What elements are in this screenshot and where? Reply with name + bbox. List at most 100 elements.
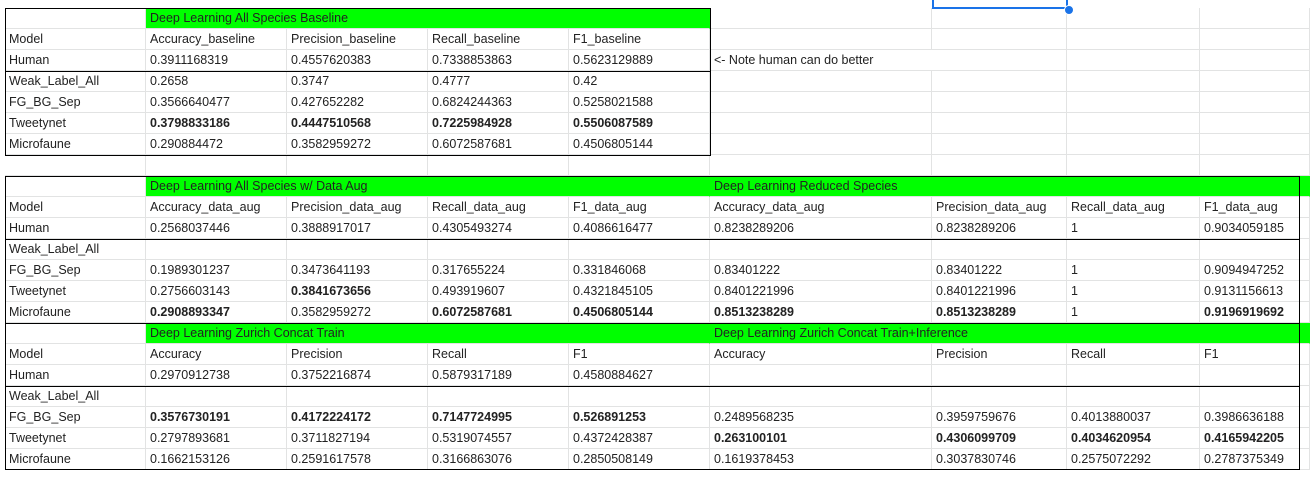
data-cell[interactable]: 0.5623129889 — [569, 50, 710, 71]
empty-cell[interactable] — [932, 71, 1067, 92]
column-header[interactable]: Recall_data_aug — [428, 197, 569, 218]
column-header[interactable]: Accuracy — [710, 344, 932, 365]
column-header[interactable]: F1_baseline — [569, 29, 710, 50]
data-cell[interactable] — [1067, 365, 1200, 386]
column-header[interactable]: F1_data_aug — [1200, 197, 1310, 218]
data-cell[interactable]: 0.6072587681 — [428, 134, 569, 155]
data-cell[interactable]: 0.4172224172 — [287, 407, 428, 428]
column-header[interactable]: Recall_data_aug — [1067, 197, 1200, 218]
data-cell[interactable]: 0.3798833186 — [146, 113, 287, 134]
data-cell[interactable]: 0.2568037446 — [146, 218, 287, 239]
column-header[interactable]: Model — [5, 344, 146, 365]
empty-cell[interactable] — [1067, 29, 1200, 50]
row-label[interactable]: Human — [5, 218, 146, 239]
empty-cell[interactable] — [710, 155, 932, 176]
empty-cell[interactable] — [932, 155, 1067, 176]
data-cell[interactable]: 0.3911168319 — [146, 50, 287, 71]
data-cell[interactable]: 0.4506805144 — [569, 302, 710, 323]
empty-cell[interactable] — [932, 113, 1067, 134]
row-label[interactable]: Human — [5, 50, 146, 71]
data-cell[interactable]: 0.2756603143 — [146, 281, 287, 302]
data-cell[interactable] — [932, 365, 1067, 386]
row-label[interactable]: Microfaune — [5, 134, 146, 155]
table-title[interactable]: Deep Learning Zurich Concat Train+Infere… — [710, 323, 1310, 344]
data-cell[interactable]: 0.2591617578 — [287, 449, 428, 470]
empty-cell[interactable] — [1067, 155, 1200, 176]
data-cell[interactable]: 0.2908893347 — [146, 302, 287, 323]
data-cell[interactable]: 1 — [1067, 218, 1200, 239]
empty-cell[interactable] — [287, 155, 428, 176]
column-header[interactable]: Precision_data_aug — [932, 197, 1067, 218]
empty-cell[interactable] — [710, 92, 932, 113]
data-cell[interactable]: 0.3576730191 — [146, 407, 287, 428]
column-header[interactable]: Accuracy_data_aug — [710, 197, 932, 218]
data-cell[interactable]: 0.2797893681 — [146, 428, 287, 449]
data-cell[interactable]: 0.8513238289 — [932, 302, 1067, 323]
data-cell[interactable] — [1067, 386, 1200, 407]
data-cell[interactable]: 0.3841673656 — [287, 281, 428, 302]
data-cell[interactable] — [710, 239, 932, 260]
data-cell[interactable] — [710, 365, 932, 386]
empty-cell[interactable] — [1067, 92, 1200, 113]
data-cell[interactable]: 0.8238289206 — [710, 218, 932, 239]
column-header[interactable]: Model — [5, 197, 146, 218]
data-cell[interactable]: 0.3582959272 — [287, 134, 428, 155]
empty-cell[interactable] — [710, 29, 932, 50]
data-cell[interactable]: 0.2970912738 — [146, 365, 287, 386]
data-cell[interactable]: 0.5319074557 — [428, 428, 569, 449]
data-cell[interactable] — [287, 386, 428, 407]
data-cell[interactable]: 0.83401222 — [932, 260, 1067, 281]
data-cell[interactable]: 0.3473641193 — [287, 260, 428, 281]
data-cell[interactable]: 0.42 — [569, 71, 710, 92]
empty-cell[interactable] — [932, 134, 1067, 155]
row-label[interactable]: Weak_Label_All — [5, 239, 146, 260]
data-cell[interactable]: 0.1662153126 — [146, 449, 287, 470]
row-label[interactable]: Microfaune — [5, 302, 146, 323]
column-header[interactable]: Precision — [932, 344, 1067, 365]
empty-cell[interactable] — [1200, 155, 1310, 176]
data-cell[interactable] — [287, 239, 428, 260]
data-cell[interactable] — [1067, 239, 1200, 260]
data-cell[interactable]: 0.3037830746 — [932, 449, 1067, 470]
empty-cell[interactable] — [932, 8, 1067, 29]
row-label[interactable]: Weak_Label_All — [5, 386, 146, 407]
data-cell[interactable]: 0.4506805144 — [569, 134, 710, 155]
data-cell[interactable]: 0.263100101 — [710, 428, 932, 449]
empty-cell[interactable] — [1200, 29, 1310, 50]
empty-cell[interactable] — [1200, 71, 1310, 92]
empty-cell[interactable] — [1067, 8, 1200, 29]
data-cell[interactable]: 0.4321845105 — [569, 281, 710, 302]
row-label[interactable]: Tweetynet — [5, 113, 146, 134]
column-header[interactable]: Precision_baseline — [287, 29, 428, 50]
data-cell[interactable]: 0.1989301237 — [146, 260, 287, 281]
data-cell[interactable]: 0.9131156613 — [1200, 281, 1310, 302]
table-title[interactable]: Deep Learning All Species Baseline — [146, 8, 710, 29]
data-cell[interactable]: 0.4372428387 — [569, 428, 710, 449]
data-cell[interactable]: 0.5258021588 — [569, 92, 710, 113]
row-label[interactable]: Tweetynet — [5, 281, 146, 302]
data-cell[interactable]: 0.493919607 — [428, 281, 569, 302]
column-header[interactable]: Model — [5, 29, 146, 50]
data-cell[interactable]: 0.4557620383 — [287, 50, 428, 71]
data-cell[interactable]: 0.3566640477 — [146, 92, 287, 113]
data-cell[interactable]: 0.3747 — [287, 71, 428, 92]
data-cell[interactable]: 0.4013880037 — [1067, 407, 1200, 428]
empty-cell[interactable] — [1067, 113, 1200, 134]
data-cell[interactable]: 0.4086616477 — [569, 218, 710, 239]
data-cell[interactable]: 1 — [1067, 281, 1200, 302]
row-label[interactable]: FG_BG_Sep — [5, 260, 146, 281]
empty-cell[interactable] — [710, 71, 932, 92]
data-cell[interactable]: 0.8401221996 — [932, 281, 1067, 302]
column-header[interactable]: F1 — [1200, 344, 1310, 365]
data-cell[interactable]: 0.4447510568 — [287, 113, 428, 134]
data-cell[interactable]: 0.4165942205 — [1200, 428, 1310, 449]
column-header[interactable]: Recall — [1067, 344, 1200, 365]
empty-cell[interactable] — [1200, 8, 1310, 29]
data-cell[interactable]: 0.2575072292 — [1067, 449, 1200, 470]
data-cell[interactable]: 0.2850508149 — [569, 449, 710, 470]
empty-cell[interactable] — [1200, 113, 1310, 134]
data-cell[interactable]: 1 — [1067, 302, 1200, 323]
table-title[interactable]: Deep Learning Zurich Concat Train — [146, 323, 710, 344]
data-cell[interactable] — [569, 386, 710, 407]
data-cell[interactable]: 0.7338853863 — [428, 50, 569, 71]
